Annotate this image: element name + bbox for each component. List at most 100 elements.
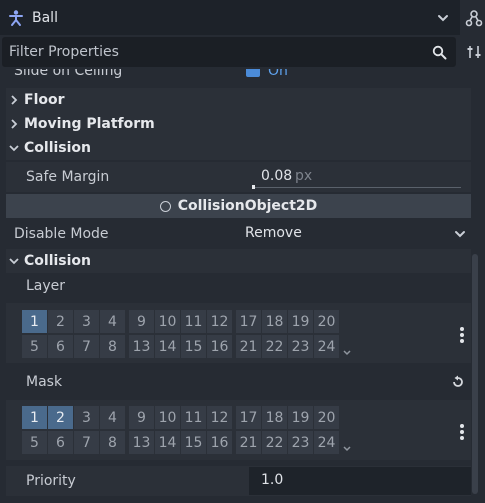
sort-button[interactable] xyxy=(461,37,485,67)
class-header-label: CollisionObject2D xyxy=(177,198,318,214)
slide-on-ceiling-checkbox[interactable] xyxy=(246,69,260,77)
layer-bit-9[interactable]: 9 xyxy=(129,310,154,333)
mask-bit-14[interactable]: 14 xyxy=(155,431,180,454)
layer-bit-1[interactable]: 1 xyxy=(22,310,47,333)
layer-menu-button[interactable] xyxy=(459,325,465,343)
priority-value: 1.0 xyxy=(261,472,284,488)
safe-margin-slider-track[interactable] xyxy=(253,187,461,188)
node-selector[interactable]: Ball xyxy=(0,0,460,35)
collision-section-header[interactable]: Collision xyxy=(6,136,471,160)
collision-2-label: Collision xyxy=(24,253,92,269)
layer-bit-14[interactable]: 14 xyxy=(155,335,180,358)
moving-platform-label: Moving Platform xyxy=(24,116,155,132)
mask-bit-9[interactable]: 9 xyxy=(129,406,154,429)
mask-bit-1[interactable]: 1 xyxy=(22,406,47,429)
chevron-down-icon[interactable] xyxy=(342,348,352,358)
safe-margin-label: Safe Margin xyxy=(26,169,110,185)
chevron-down-icon xyxy=(9,145,19,152)
layer-bit-15[interactable]: 15 xyxy=(181,335,206,358)
layer-bit-5[interactable]: 5 xyxy=(22,335,47,358)
search-icon xyxy=(432,45,447,60)
mask-bit-18[interactable]: 18 xyxy=(262,406,287,429)
disable-mode-dropdown[interactable]: Remove xyxy=(240,221,471,247)
layer-bit-24[interactable]: 24 xyxy=(314,335,339,358)
mask-label: Mask xyxy=(26,374,63,390)
mask-bit-6[interactable]: 6 xyxy=(48,431,73,454)
mask-label-row: Mask xyxy=(6,370,471,394)
mask-bit-8[interactable]: 8 xyxy=(100,431,125,454)
layer-bit-2[interactable]: 2 xyxy=(48,310,73,333)
layer-label-row: Layer xyxy=(6,274,471,298)
layer-bit-6[interactable]: 6 xyxy=(48,335,73,358)
chevron-down-icon[interactable] xyxy=(342,444,352,454)
floor-section[interactable]: Floor xyxy=(6,88,471,112)
node-tree-icon xyxy=(465,10,482,27)
collision-object-icon xyxy=(159,200,171,212)
collisionobject2d-header[interactable]: CollisionObject2D xyxy=(6,194,471,218)
layer-bit-22[interactable]: 22 xyxy=(262,335,287,358)
layer-bit-16[interactable]: 16 xyxy=(207,335,232,358)
collision-label: Collision xyxy=(24,140,92,156)
priority-label: Priority xyxy=(26,473,76,489)
chevron-right-icon xyxy=(11,119,18,129)
mask-bit-7[interactable]: 7 xyxy=(74,431,99,454)
layer-bit-19[interactable]: 19 xyxy=(288,310,313,333)
layer-bit-3[interactable]: 3 xyxy=(74,310,99,333)
mask-bit-12[interactable]: 12 xyxy=(207,406,232,429)
layer-bit-10[interactable]: 10 xyxy=(155,310,180,333)
mask-bit-24[interactable]: 24 xyxy=(314,431,339,454)
layer-bit-13[interactable]: 13 xyxy=(129,335,154,358)
revert-icon[interactable] xyxy=(451,375,465,389)
slide-on-ceiling-row: Slide on Ceiling On xyxy=(6,69,471,81)
layer-bit-8[interactable]: 8 xyxy=(100,335,125,358)
mask-bit-13[interactable]: 13 xyxy=(129,431,154,454)
mask-bit-21[interactable]: 21 xyxy=(236,431,261,454)
character-body-icon xyxy=(9,9,23,26)
chevron-down-icon xyxy=(438,15,448,22)
mask-bit-17[interactable]: 17 xyxy=(236,406,261,429)
layer-bit-7[interactable]: 7 xyxy=(74,335,99,358)
mask-bit-15[interactable]: 15 xyxy=(181,431,206,454)
layer-bit-17[interactable]: 17 xyxy=(236,310,261,333)
mask-bit-23[interactable]: 23 xyxy=(288,431,313,454)
mask-bit-20[interactable]: 20 xyxy=(314,406,339,429)
chevron-down-icon xyxy=(9,258,19,265)
node-tree-button[interactable] xyxy=(461,3,485,33)
inspector-scrollbar[interactable] xyxy=(472,254,478,494)
layer-bit-21[interactable]: 21 xyxy=(236,335,261,358)
mask-bit-10[interactable]: 10 xyxy=(155,406,180,429)
filter-input[interactable] xyxy=(3,38,455,66)
mask-bit-4[interactable]: 4 xyxy=(100,406,125,429)
mask-bit-16[interactable]: 16 xyxy=(207,431,232,454)
disable-mode-value: Remove xyxy=(245,225,302,241)
safe-margin-slider-grabber[interactable] xyxy=(252,185,255,189)
layer-bit-12[interactable]: 12 xyxy=(207,310,232,333)
slide-on-ceiling-value: On xyxy=(268,69,288,79)
priority-field[interactable]: 1.0 xyxy=(249,467,471,495)
layer-bit-20[interactable]: 20 xyxy=(314,310,339,333)
mask-bit-19[interactable]: 19 xyxy=(288,406,313,429)
inspector-panel[interactable]: Slide on Ceiling On Floor Moving Platfor… xyxy=(0,69,485,503)
mask-bit-11[interactable]: 11 xyxy=(181,406,206,429)
chevron-down-icon xyxy=(455,231,465,238)
layer-bit-11[interactable]: 11 xyxy=(181,310,206,333)
safe-margin-field[interactable]: 0.08 px xyxy=(249,164,463,190)
safe-margin-value: 0.08 xyxy=(261,168,293,184)
disable-mode-label: Disable Mode xyxy=(14,226,109,242)
sort-icon xyxy=(467,46,480,58)
mask-bit-2[interactable]: 2 xyxy=(48,406,73,429)
moving-platform-section[interactable]: Moving Platform xyxy=(6,112,471,136)
slide-on-ceiling-label: Slide on Ceiling xyxy=(14,69,123,79)
filter-properties[interactable] xyxy=(2,37,456,67)
layer-label: Layer xyxy=(26,278,66,294)
layer-bit-4[interactable]: 4 xyxy=(100,310,125,333)
mask-bit-22[interactable]: 22 xyxy=(262,431,287,454)
layer-bit-18[interactable]: 18 xyxy=(262,310,287,333)
mask-bit-5[interactable]: 5 xyxy=(22,431,47,454)
mask-bit-3[interactable]: 3 xyxy=(74,406,99,429)
mask-menu-button[interactable] xyxy=(459,422,465,440)
collision-section-2-header[interactable]: Collision xyxy=(6,249,471,273)
node-name: Ball xyxy=(32,9,58,26)
chevron-right-icon xyxy=(11,95,18,105)
layer-bit-23[interactable]: 23 xyxy=(288,335,313,358)
